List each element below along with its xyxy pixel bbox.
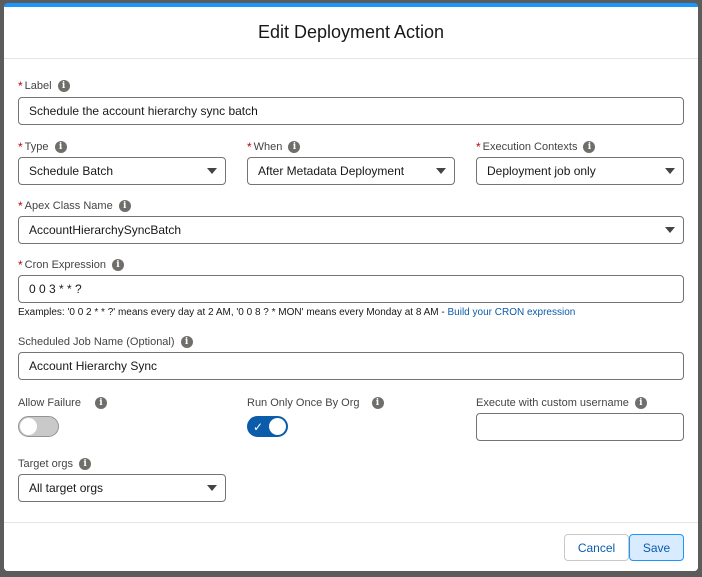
toggle-knob	[20, 418, 37, 435]
when-field-label: * When i	[247, 140, 301, 154]
apex-class-select[interactable]: AccountHierarchySyncBatch	[18, 216, 684, 244]
execution-contexts-select[interactable]: Deployment job only	[476, 157, 684, 185]
cron-expression-input[interactable]: 0 0 3 * * ?	[18, 275, 684, 303]
info-icon[interactable]: i	[180, 336, 193, 348]
contexts-label-text: Execution Contexts	[482, 141, 578, 153]
run-once-toggle[interactable]: ✓	[247, 416, 288, 437]
info-icon[interactable]: i	[118, 200, 131, 212]
cron-input-value: 0 0 3 * * ?	[29, 282, 82, 296]
modal-footer: Cancel Save	[4, 522, 698, 571]
contexts-select-value: Deployment job only	[487, 164, 596, 178]
required-marker: *	[18, 140, 23, 154]
info-icon[interactable]: i	[112, 259, 124, 271]
info-icon[interactable]: i	[79, 458, 92, 470]
target-orgs-select[interactable]: All target orgs	[18, 474, 226, 502]
modal-body: * Label i Schedule the account hierarchy s…	[4, 59, 698, 524]
info-icon[interactable]: i	[94, 397, 107, 409]
apex-label-text: Apex Class Name	[24, 200, 113, 212]
cancel-button[interactable]: Cancel	[564, 534, 629, 561]
toggle-knob	[269, 418, 286, 435]
run-once-field-label: Run Only Once By Org i	[247, 396, 384, 410]
info-icon[interactable]: i	[57, 80, 70, 92]
required-marker: *	[247, 140, 252, 154]
custom-username-input[interactable]	[476, 413, 684, 441]
save-button[interactable]: Save	[629, 534, 684, 561]
required-marker: *	[476, 140, 481, 154]
info-icon[interactable]: i	[371, 397, 384, 409]
cron-hint: Examples: '0 0 2 * * ?' means every day …	[18, 307, 575, 318]
type-select[interactable]: Schedule Batch	[18, 157, 226, 185]
modal-header: Edit Deployment Action	[4, 7, 698, 59]
required-marker: *	[18, 79, 23, 93]
run-once-label-text: Run Only Once By Org	[247, 397, 360, 409]
label-input[interactable]: Schedule the account hierarchy sync batc…	[18, 97, 684, 125]
info-icon[interactable]: i	[288, 141, 301, 153]
build-cron-link[interactable]: Build your CRON expression	[448, 307, 576, 318]
cron-field-label: * Cron Expression i	[18, 258, 124, 272]
chevron-down-icon	[436, 168, 446, 174]
edit-deployment-action-modal: Edit Deployment Action * Label i Schedule …	[4, 3, 698, 571]
info-icon[interactable]: i	[54, 141, 67, 153]
cron-hint-text: Examples: '0 0 2 * * ?' means every day …	[18, 307, 448, 318]
required-marker: *	[18, 199, 23, 213]
chevron-down-icon	[207, 168, 217, 174]
type-select-value: Schedule Batch	[29, 164, 114, 178]
custom-user-field-label: Execute with custom username i	[476, 396, 647, 410]
allow-failure-field-label: Allow Failure i	[18, 396, 107, 410]
label-text: Label	[24, 80, 52, 92]
chevron-down-icon	[665, 227, 675, 233]
job-name-label-text: Scheduled Job Name (Optional)	[18, 336, 175, 348]
job-name-field-label: Scheduled Job Name (Optional) i	[18, 335, 193, 349]
chevron-down-icon	[207, 485, 217, 491]
target-orgs-field-label: Target orgs i	[18, 457, 92, 471]
chevron-down-icon	[665, 168, 675, 174]
label-input-value: Schedule the account hierarchy sync batc…	[29, 104, 258, 118]
required-marker: *	[18, 258, 23, 272]
scheduled-job-name-input[interactable]: Account Hierarchy Sync	[18, 352, 684, 380]
modal-title: Edit Deployment Action	[257, 22, 445, 42]
contexts-field-label: * Execution Contexts i	[476, 140, 596, 154]
type-label-text: Type	[24, 141, 49, 153]
job-name-input-value: Account Hierarchy Sync	[29, 359, 158, 373]
checkmark-icon: ✓	[253, 420, 264, 434]
allow-failure-label-text: Allow Failure	[18, 397, 81, 409]
apex-field-label: * Apex Class Name i	[18, 199, 131, 213]
allow-failure-toggle[interactable]	[18, 416, 59, 437]
custom-user-label-text: Execute with custom username	[476, 397, 629, 409]
target-orgs-label-text: Target orgs	[18, 458, 74, 470]
when-label-text: When	[253, 141, 283, 153]
info-icon[interactable]: i	[583, 141, 596, 153]
apex-select-value: AccountHierarchySyncBatch	[29, 223, 182, 237]
label-field-label: * Label i	[18, 79, 70, 93]
cron-label-text: Cron Expression	[24, 259, 106, 271]
when-select-value: After Metadata Deployment	[258, 164, 405, 178]
when-select[interactable]: After Metadata Deployment	[247, 157, 455, 185]
target-orgs-select-value: All target orgs	[29, 481, 104, 495]
info-icon[interactable]: i	[634, 397, 647, 409]
type-field-label: * Type i	[18, 140, 67, 154]
